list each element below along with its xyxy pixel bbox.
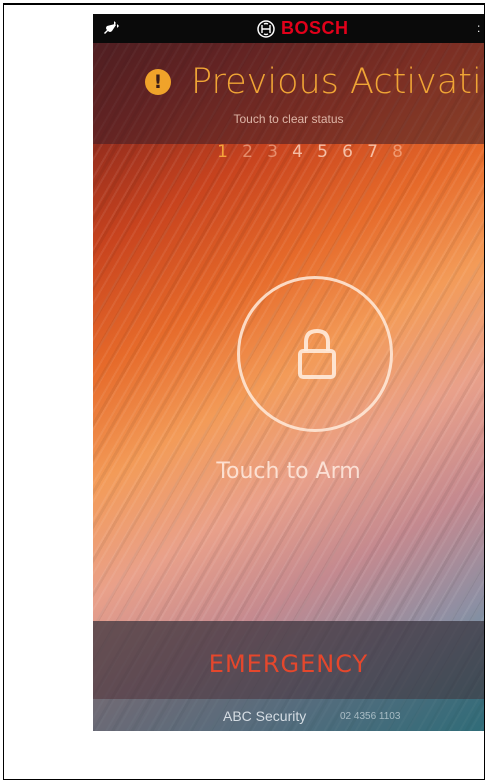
arm-button[interactable]: [237, 276, 393, 432]
window-frame-left: [3, 3, 4, 780]
zone-3[interactable]: 3: [260, 142, 285, 162]
zone-8[interactable]: 8: [385, 142, 410, 162]
arm-label[interactable]: Touch to Arm: [93, 459, 484, 484]
zone-5[interactable]: 5: [310, 142, 335, 162]
window-frame-right: [484, 3, 485, 780]
zone-indicators: 1 2 3 4 5 6 7 8: [210, 142, 410, 162]
exclamation-icon: !: [145, 69, 171, 95]
alert-title: Previous Activation: [191, 62, 484, 102]
zone-7[interactable]: 7: [360, 142, 385, 162]
window-frame-top: [3, 3, 485, 5]
menu-icon[interactable]: :: [477, 21, 483, 35]
lock-icon: [298, 328, 336, 379]
zone-6[interactable]: 6: [335, 142, 360, 162]
company-name: ABC Security: [223, 708, 307, 724]
window-frame-bottom: [3, 779, 485, 780]
alert-subtitle[interactable]: Touch to clear status: [93, 112, 484, 126]
zone-2[interactable]: 2: [235, 142, 260, 162]
company-phone[interactable]: 02 4356 1103: [340, 711, 400, 722]
top-bar: BOSCH :: [93, 14, 484, 43]
brand-name: BOSCH: [281, 18, 349, 38]
plug-icon[interactable]: [103, 19, 121, 37]
brand-logo: BOSCH: [257, 18, 349, 39]
bosch-logo-icon: [257, 19, 275, 38]
emergency-button[interactable]: EMERGENCY: [93, 650, 484, 678]
phone-screen: BOSCH : ! Previous Activation Touch to c…: [93, 14, 484, 731]
zone-4[interactable]: 4: [285, 142, 310, 162]
zone-1[interactable]: 1: [210, 142, 235, 162]
